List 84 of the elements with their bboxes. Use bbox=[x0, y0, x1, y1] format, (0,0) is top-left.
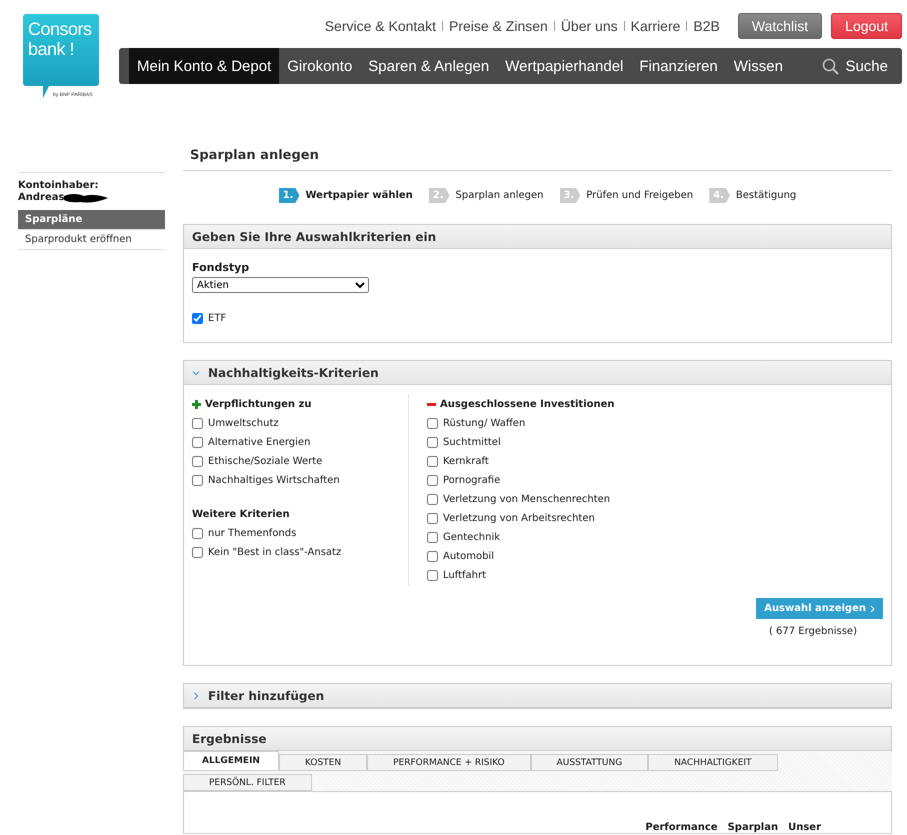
checkbox-label: Suchtmittel bbox=[443, 437, 501, 448]
panel-title: Geben Sie Ihre Auswahlkriterien ein bbox=[192, 230, 436, 244]
checkbox-label: Umweltschutz bbox=[208, 418, 279, 429]
section-title: Verpflichtungen zu bbox=[205, 399, 312, 410]
nav-item[interactable]: Wertpapierhandel bbox=[497, 48, 632, 84]
nav-item[interactable]: Sparen & Anlegen bbox=[360, 48, 498, 84]
checkbox[interactable] bbox=[192, 528, 203, 539]
checkbox-label: ETF bbox=[208, 313, 226, 324]
tab[interactable]: KOSTEN bbox=[278, 754, 368, 771]
header-link[interactable]: B2B bbox=[693, 18, 720, 34]
checkbox[interactable] bbox=[192, 313, 203, 324]
panel-title: Ergebnisse bbox=[192, 732, 267, 746]
checkbox-label: Pornografie bbox=[443, 475, 500, 486]
checkbox[interactable] bbox=[192, 475, 203, 486]
tab[interactable]: ALLGEMEIN bbox=[183, 751, 279, 771]
checkbox[interactable] bbox=[427, 418, 438, 429]
chevron-right-icon bbox=[192, 692, 200, 700]
result-count: ( 677 Ergebnisse) bbox=[768, 626, 857, 637]
checkbox[interactable] bbox=[192, 418, 203, 429]
header-link[interactable]: Preise & Zinsen bbox=[448, 18, 548, 34]
checkbox[interactable] bbox=[427, 456, 438, 467]
checkbox[interactable] bbox=[427, 570, 438, 581]
step-number: 1. bbox=[278, 188, 300, 203]
checkbox-label: Nachhaltiges Wirtschaften bbox=[208, 475, 340, 486]
sidebar-item[interactable]: Sparpläne bbox=[18, 210, 165, 230]
chevron-down-icon bbox=[192, 368, 200, 376]
step-label: Prüfen und Freigeben bbox=[586, 190, 694, 201]
checkbox[interactable] bbox=[427, 551, 438, 562]
chevron-right-icon bbox=[870, 604, 875, 612]
logout-button[interactable]: Logout bbox=[831, 13, 902, 39]
section-title: Weitere Kriterien bbox=[192, 509, 290, 520]
search-link[interactable]: Suche bbox=[814, 48, 902, 84]
owner-label: Kontoinhaber: bbox=[18, 180, 100, 192]
checkbox-label: Kernkraft bbox=[443, 456, 489, 467]
field-label: Fondstyp bbox=[192, 261, 250, 274]
minus-icon bbox=[427, 400, 436, 409]
checkbox[interactable] bbox=[427, 532, 438, 543]
panel-header[interactable]: Nachhaltigkeits-Kriterien bbox=[184, 361, 891, 385]
header-link[interactable]: Karriere bbox=[630, 18, 680, 34]
redaction-mark bbox=[64, 193, 108, 203]
panel-header[interactable]: Filter hinzufügen bbox=[184, 684, 891, 708]
search-icon bbox=[822, 58, 840, 74]
checkbox[interactable] bbox=[427, 475, 438, 486]
tab[interactable]: PERSÖNL. FILTER bbox=[183, 774, 312, 791]
owner-name: Andreas bbox=[18, 192, 64, 204]
panel-title: Nachhaltigkeits-Kriterien bbox=[208, 366, 379, 380]
checkbox-label: Automobil bbox=[443, 551, 494, 562]
step-label: Sparplan anlegen bbox=[456, 190, 544, 201]
nav-item[interactable]: Girokonto bbox=[279, 48, 360, 84]
checkbox[interactable] bbox=[427, 494, 438, 505]
column-header: Unser bbox=[788, 822, 821, 833]
checkbox[interactable] bbox=[192, 437, 203, 448]
header-link[interactable]: Service & Kontakt bbox=[324, 18, 436, 34]
checkbox-label: nur Themenfonds bbox=[208, 528, 296, 539]
checkbox-label: Verletzung von Arbeitsrechten bbox=[443, 513, 595, 524]
page-title: Sparplan anlegen bbox=[183, 138, 892, 171]
nav-item[interactable]: Wissen bbox=[726, 48, 791, 84]
tab[interactable]: PERFORMANCE + RISIKO bbox=[367, 754, 531, 771]
column-header: Sparplan bbox=[728, 822, 778, 833]
header-link[interactable]: Über uns bbox=[560, 18, 618, 34]
checkbox-label: Verletzung von Menschenrechten bbox=[443, 494, 610, 505]
column-header: Performance bbox=[645, 822, 718, 833]
nav-item[interactable]: Mein Konto & Depot bbox=[129, 48, 280, 84]
fund-type-select[interactable]: Aktien bbox=[192, 277, 369, 293]
checkbox-label: Luftfahrt bbox=[443, 570, 486, 581]
step-label: Wertpapier wählen bbox=[305, 190, 413, 201]
step-label: Bestätigung bbox=[736, 190, 796, 201]
checkbox-label: Ethische/Soziale Werte bbox=[208, 456, 322, 467]
checkbox-label: Rüstung/ Waffen bbox=[443, 418, 526, 429]
tab[interactable]: AUSSTATTUNG bbox=[530, 754, 648, 771]
checkbox[interactable] bbox=[427, 437, 438, 448]
checkbox[interactable] bbox=[192, 456, 203, 467]
panel-title: Filter hinzufügen bbox=[208, 688, 324, 702]
checkbox[interactable] bbox=[192, 547, 203, 558]
tab[interactable]: NACHHALTIGKEIT bbox=[648, 754, 778, 771]
checkbox-label: Kein "Best in class"-Ansatz bbox=[208, 547, 342, 558]
checkbox-label: Gentechnik bbox=[443, 532, 500, 543]
watchlist-button[interactable]: Watchlist bbox=[738, 13, 822, 39]
plus-icon bbox=[192, 400, 201, 409]
section-title: Ausgeschlossene Investitionen bbox=[440, 399, 615, 410]
sidebar-item[interactable]: Sparprodukt eröffnen bbox=[18, 230, 165, 250]
checkbox[interactable] bbox=[427, 513, 438, 524]
nav-item[interactable]: Finanzieren bbox=[631, 48, 726, 84]
checkbox-label: Alternative Energien bbox=[208, 437, 310, 448]
